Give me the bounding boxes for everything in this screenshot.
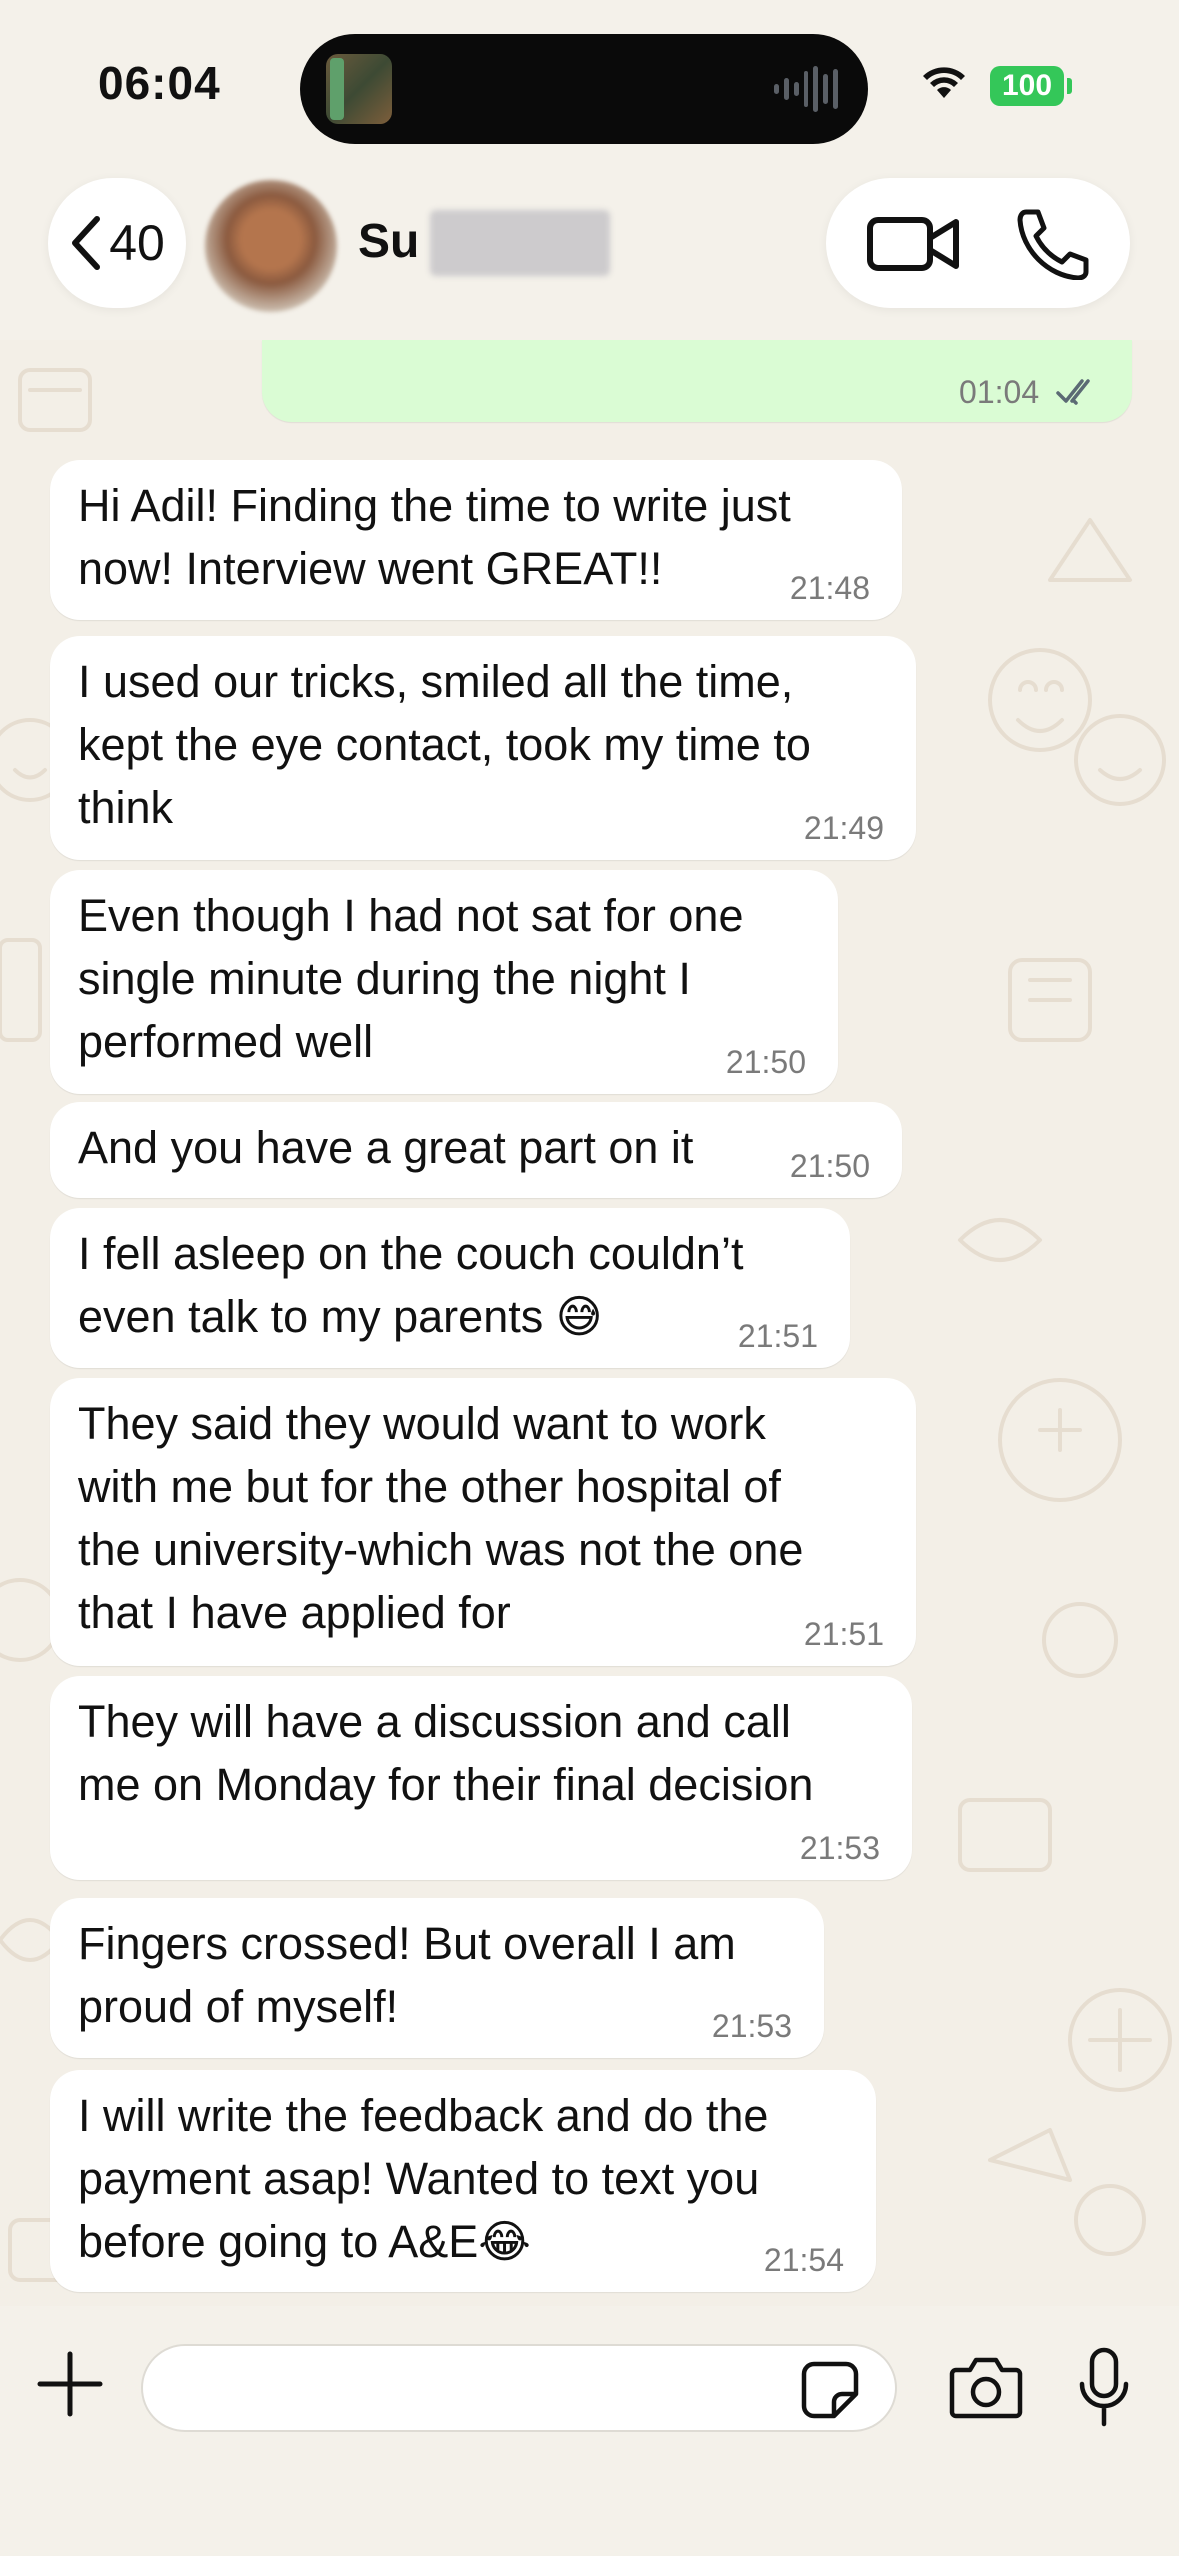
video-camera-icon[interactable] bbox=[864, 208, 964, 278]
redacted-surname bbox=[430, 210, 610, 276]
outgoing-message[interactable]: 01:04 bbox=[262, 340, 1132, 422]
incoming-message[interactable]: They said they would want to work with m… bbox=[50, 1378, 916, 1666]
message-time: 01:04 bbox=[959, 374, 1040, 410]
read-ticks-icon bbox=[1056, 379, 1090, 405]
message-time: 21:54 bbox=[763, 2242, 844, 2278]
chat-header: 40 Su bbox=[0, 170, 1179, 340]
message-text: I fell asleep on the couch couldn’t even… bbox=[78, 1228, 744, 1342]
incoming-message[interactable]: I fell asleep on the couch couldn’t even… bbox=[50, 1208, 850, 1368]
status-bar: 06:04 100 bbox=[0, 0, 1179, 170]
message-time: 21:53 bbox=[799, 1830, 880, 1866]
media-thumbnail bbox=[326, 54, 392, 124]
back-chevron-icon bbox=[72, 216, 101, 270]
message-text: Fingers crossed! But overall I am proud … bbox=[78, 1918, 736, 2032]
message-time: 21:49 bbox=[803, 810, 884, 846]
message-text: Hi Adil! Finding the time to write just … bbox=[78, 480, 791, 594]
sticker-icon[interactable] bbox=[800, 2360, 860, 2420]
phone-icon[interactable] bbox=[1012, 206, 1092, 280]
message-time: 21:51 bbox=[803, 1616, 884, 1652]
incoming-message[interactable]: I used our tricks, smiled all the time, … bbox=[50, 636, 916, 860]
incoming-message[interactable]: And you have a great part on it 21:50 bbox=[50, 1102, 902, 1198]
composer-bar bbox=[0, 2306, 1179, 2556]
contact-name[interactable]: Su bbox=[358, 214, 419, 269]
camera-icon[interactable] bbox=[948, 2352, 1024, 2422]
avatar[interactable] bbox=[205, 180, 337, 312]
plus-icon[interactable] bbox=[34, 2348, 106, 2420]
message-input[interactable] bbox=[141, 2344, 897, 2432]
message-text: And you have a great part on it bbox=[78, 1122, 694, 1173]
status-time: 06:04 bbox=[98, 57, 221, 109]
message-time: 21:53 bbox=[711, 2008, 792, 2044]
message-time: 21:50 bbox=[725, 1044, 806, 1080]
battery-level: 100 bbox=[990, 66, 1064, 106]
message-time: 21:51 bbox=[737, 1318, 818, 1354]
audio-waveform-icon bbox=[774, 64, 839, 114]
incoming-message[interactable]: They will have a discussion and call me … bbox=[50, 1676, 912, 1880]
message-text: They said they would want to work with m… bbox=[78, 1398, 804, 1638]
incoming-message[interactable]: I will write the feedback and do the pay… bbox=[50, 2070, 876, 2292]
dynamic-island[interactable] bbox=[300, 34, 868, 144]
battery-tip bbox=[1067, 78, 1072, 94]
message-timestamp: 01:04 bbox=[959, 376, 1100, 408]
wifi-icon bbox=[923, 67, 965, 98]
incoming-message[interactable]: Fingers crossed! But overall I am proud … bbox=[50, 1898, 824, 2058]
message-time: 21:48 bbox=[789, 570, 870, 606]
incoming-message[interactable]: Even though I had not sat for one single… bbox=[50, 870, 838, 1094]
microphone-icon[interactable] bbox=[1074, 2346, 1134, 2430]
message-list[interactable]: 01:04 Hi Adil! Finding the time to write… bbox=[0, 340, 1179, 2306]
message-text: Even though I had not sat for one single… bbox=[78, 890, 744, 1067]
unread-count: 40 bbox=[109, 215, 165, 271]
message-time: 21:50 bbox=[789, 1148, 870, 1184]
incoming-message[interactable]: Hi Adil! Finding the time to write just … bbox=[50, 460, 902, 620]
message-text: I used our tricks, smiled all the time, … bbox=[78, 656, 811, 833]
call-actions bbox=[826, 178, 1130, 308]
back-button[interactable]: 40 bbox=[48, 178, 186, 308]
message-text: I will write the feedback and do the pay… bbox=[78, 2090, 769, 2267]
message-text: They will have a discussion and call me … bbox=[78, 1696, 814, 1810]
